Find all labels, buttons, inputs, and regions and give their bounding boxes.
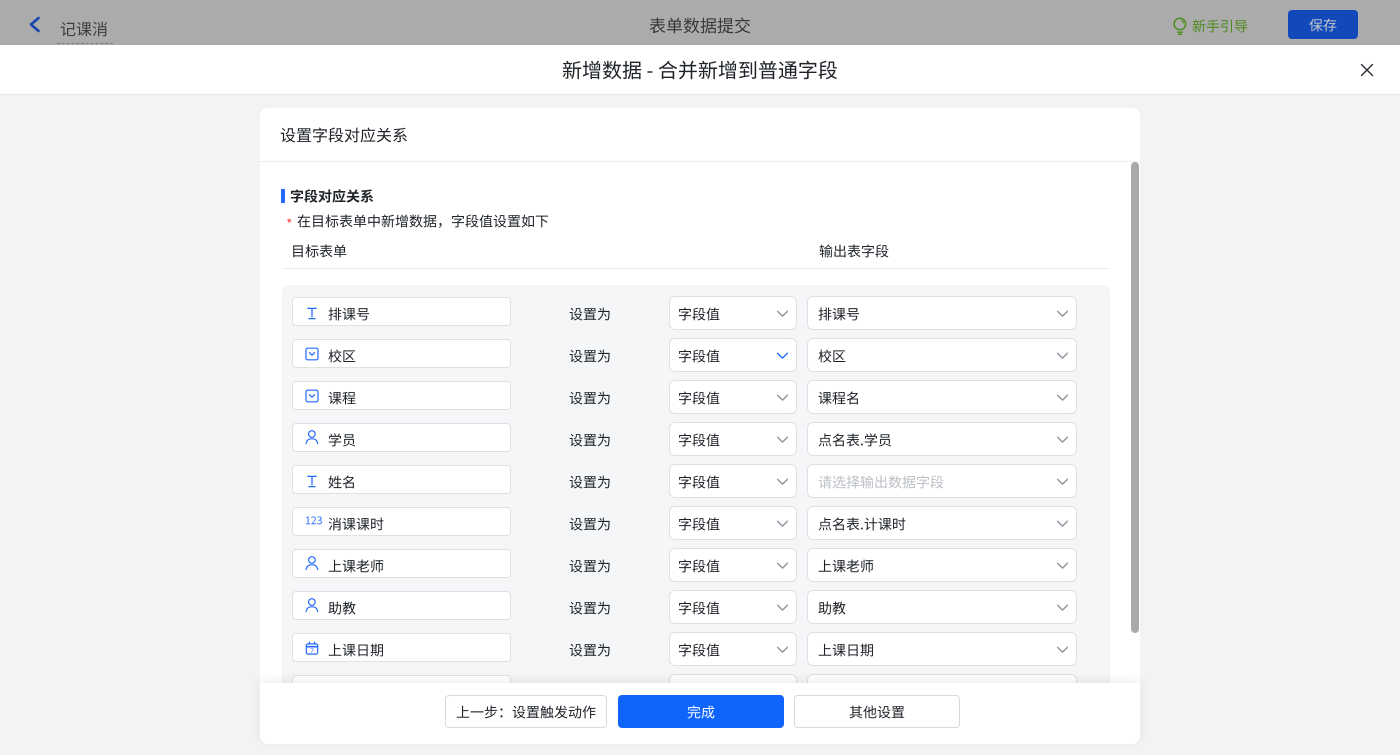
svg-text:7: 7 — [310, 648, 314, 655]
